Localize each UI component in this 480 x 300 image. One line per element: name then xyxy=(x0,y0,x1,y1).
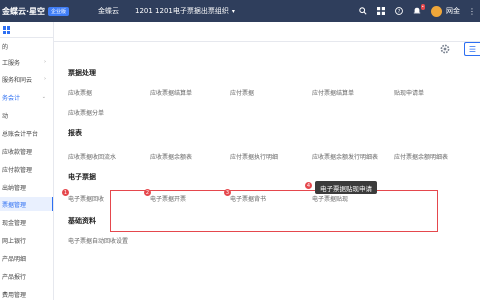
step-badge-4: 4 xyxy=(305,182,312,189)
link-ebill-issue[interactable]: 电子票据开票 xyxy=(150,194,186,203)
list-icon: ☰ xyxy=(468,44,477,54)
list-view-button[interactable]: ☰ xyxy=(464,42,480,56)
link-report-payable-balance[interactable]: 应付票据余额明细表 xyxy=(394,152,448,161)
sidebar-item-label: 总账会计平台 xyxy=(2,130,39,138)
link-report-payable-detail[interactable]: 应付票据执行明细 xyxy=(230,152,278,161)
brand[interactable]: 金蝶云·星空 企业版 xyxy=(0,6,96,17)
sidebar-item-label: 应收款管理 xyxy=(2,148,33,156)
main-content: ☰ 票据处理 应收票据 应收票据结算单 应付票据 应付票据结算单 贴现申请单 应… xyxy=(54,22,480,300)
sidebar-item[interactable]: 出纳管理 xyxy=(0,180,53,194)
chevron-right-icon: › xyxy=(44,59,46,65)
sidebar-item-label: 出纳管理 xyxy=(2,184,27,192)
sidebar-item-label: 服务和同云 xyxy=(2,76,33,84)
brand-logo-text: 金蝶云·星空 xyxy=(2,6,46,16)
section-title-reports: 报表 xyxy=(68,129,82,137)
chevron-down-icon[interactable]: ▾ xyxy=(232,8,235,15)
sidebar-item-label: 网上银行 xyxy=(2,237,27,245)
link-receivable-settlement[interactable]: 应收票据结算单 xyxy=(150,88,192,97)
chevron-right-icon: › xyxy=(44,76,46,82)
edition-badge: 企业版 xyxy=(48,6,70,16)
link-ebill-discount[interactable]: 电子票据贴现 xyxy=(312,194,348,203)
link-payable-bill[interactable]: 应付票据 xyxy=(230,88,254,97)
sidebar-item-label: 现金管理 xyxy=(2,219,27,227)
link-ebill-auto-recovery-settings[interactable]: 电子票据自动回收设置 xyxy=(68,236,128,245)
section-title-electronic-bills: 电子票据 xyxy=(68,173,96,181)
sidebar-item[interactable]: 网上银行 xyxy=(0,233,53,247)
sidebar-item-label: 产品报行 xyxy=(2,273,27,281)
tab-strip xyxy=(54,22,480,42)
menu-panel xyxy=(54,42,480,300)
sidebar-item-label: 费用管理 xyxy=(2,291,27,299)
sidebar-item[interactable]: 应付款管理 xyxy=(0,162,53,176)
sidebar-item[interactable]: 动 xyxy=(0,108,53,122)
sidebar-item[interactable]: 产品明细 xyxy=(0,251,53,265)
gear-icon[interactable] xyxy=(440,44,450,54)
tooltip-ebill-discount: 电子票据贴现申请 xyxy=(315,181,377,194)
link-ebill-endorse[interactable]: 电子票据背书 xyxy=(230,194,266,203)
sidebar-item[interactable]: 应收款管理 xyxy=(0,144,53,158)
link-payable-settlement[interactable]: 应付票据结算单 xyxy=(312,88,354,97)
sidebar-item[interactable]: 工服务 › xyxy=(0,55,53,69)
sidebar-item-label: 的 xyxy=(2,43,9,51)
top-bar: 金蝶云·星空 企业版 金蝶云 1201 1201电子票据出票组织 ▾ ? • 网… xyxy=(0,0,480,22)
link-report-receivable-issue[interactable]: 应收票据余额发行明细表 xyxy=(312,152,378,161)
link-ebill-recovery[interactable]: 电子票据回收 xyxy=(68,194,104,203)
section-title-basic-data: 基础资料 xyxy=(68,217,96,225)
sidebar-item[interactable]: 服务和同云 › xyxy=(0,72,53,86)
more-icon[interactable]: ⋮ xyxy=(468,7,476,16)
sidebar: 的 工服务 › 服务和同云 › 务会计 ⌄ 动 总账会计平台 应收款管理 应付款管理 … xyxy=(0,22,54,300)
menu-grid-icon[interactable] xyxy=(3,26,11,34)
divider xyxy=(0,37,53,38)
sidebar-item-label: 动 xyxy=(2,112,9,120)
link-report-receivable-balance[interactable]: 应收票据余额表 xyxy=(150,152,192,161)
avatar[interactable] xyxy=(431,5,442,17)
sidebar-item-label: 务会计 xyxy=(2,94,21,102)
sidebar-item[interactable]: 总账会计平台 xyxy=(0,126,53,140)
org-selector[interactable]: 1201 1201电子票据出票组织 xyxy=(135,6,229,16)
sidebar-item-label: 票据管理 xyxy=(2,201,27,209)
bell-icon[interactable]: • xyxy=(413,4,425,15)
grid-apps-icon[interactable] xyxy=(377,7,385,15)
link-receivable-bill[interactable]: 应收票据 xyxy=(68,88,92,97)
search-icon[interactable] xyxy=(359,7,367,15)
sidebar-group-finance[interactable]: 务会计 ⌄ xyxy=(0,90,53,104)
link-report-receivable-flow[interactable]: 应收票据收回流水 xyxy=(68,152,116,161)
link-receivable-split[interactable]: 应收票据分单 xyxy=(68,108,104,117)
section-title-bill-processing: 票据处理 xyxy=(68,69,96,77)
sidebar-item[interactable]: 费用管理 xyxy=(0,287,53,300)
sidebar-item[interactable]: 现金管理 xyxy=(0,215,53,229)
sidebar-item-label: 应付款管理 xyxy=(2,166,33,174)
link-discount-application[interactable]: 贴现申请单 xyxy=(394,88,424,97)
user-name[interactable]: 网金 xyxy=(446,6,460,16)
company-selector[interactable]: 金蝶云 xyxy=(98,6,119,16)
sidebar-item-label: 工服务 xyxy=(2,59,21,67)
notification-count: • xyxy=(420,4,425,10)
chevron-down-icon: ⌄ xyxy=(41,94,46,100)
sidebar-item[interactable]: 产品报行 xyxy=(0,269,53,283)
help-icon[interactable]: ? xyxy=(395,7,403,15)
sidebar-item-label: 产品明细 xyxy=(2,255,27,263)
sidebar-item[interactable]: 的 xyxy=(0,39,53,53)
sidebar-item-bill-management[interactable]: 票据管理 xyxy=(0,197,53,211)
